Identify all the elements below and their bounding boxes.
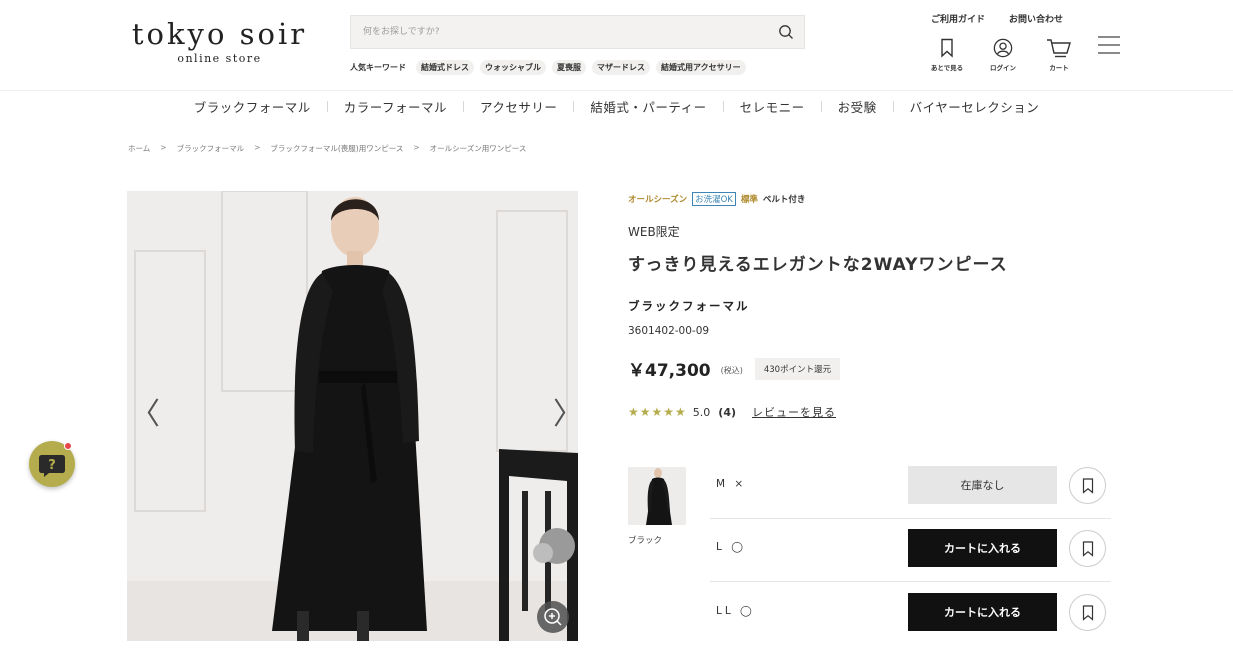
favorite-button[interactable] — [1069, 530, 1106, 567]
web-limited-label: WEB限定 — [628, 225, 680, 239]
search-input[interactable] — [351, 16, 751, 48]
contact-link[interactable]: お問い合わせ — [1009, 12, 1063, 25]
size-row-m: M × 在庫なし — [710, 456, 1111, 519]
watchlist-label: あとで見る — [930, 64, 964, 72]
nav-black-formal[interactable]: ブラックフォーマル — [178, 97, 327, 116]
product-image[interactable] — [127, 191, 578, 641]
breadcrumb-separator: > — [254, 143, 261, 152]
keywords-label: 人気キーワード — [350, 63, 406, 72]
breadcrumb-item[interactable]: ホーム — [128, 143, 150, 154]
product-tags: オールシーズン お洗濯OK 標準 ベルト付き — [628, 192, 805, 206]
nav-color-formal[interactable]: カラーフォーマル — [328, 97, 463, 116]
color-label: ブラック — [628, 536, 663, 546]
add-to-cart-button[interactable]: カートに入れる — [908, 529, 1057, 567]
breadcrumb-item[interactable]: ブラックフォーマル(喪服)用ワンピース — [270, 143, 403, 154]
keyword-chip[interactable]: 結婚式用アクセサリー — [656, 60, 746, 75]
header-icons: あとで見る ログイン カート — [926, 38, 1080, 72]
notification-dot — [64, 442, 72, 450]
keyword-chip[interactable]: ウォッシャブル — [480, 60, 546, 75]
gallery-next-arrow-icon[interactable]: 〉 — [553, 400, 583, 430]
star-rating-icon: ★★★★★ — [628, 405, 687, 419]
user-icon — [993, 38, 1013, 58]
product-title: すっきり見えるエレガントな2WAYワンピース — [628, 255, 1008, 275]
zoom-in-icon — [544, 608, 562, 626]
nav-exam[interactable]: お受験 — [822, 97, 893, 116]
cart-label: カート — [1049, 64, 1069, 72]
sold-out-button[interactable]: 在庫なし — [908, 466, 1057, 504]
tag-washable: お洗濯OK — [692, 192, 736, 206]
keyword-chip[interactable]: 結婚式ドレス — [416, 60, 474, 75]
size-label: L ◯ — [716, 541, 746, 553]
rating-row: ★★★★★ 5.0 (4) レビューを見る — [628, 404, 836, 420]
swatch-thumbnail — [628, 467, 686, 525]
login-label: ログイン — [990, 64, 1016, 72]
watchlist-button[interactable]: あとで見る — [926, 38, 968, 72]
size-row-l: L ◯ カートに入れる — [710, 519, 1111, 582]
review-link[interactable]: レビューを見る — [752, 404, 836, 420]
tag-belt: ベルト付き — [762, 195, 806, 205]
price-row: ￥47,300 (税込) 430ポイント還元 — [628, 356, 841, 381]
keyword-chip[interactable]: マザードレス — [592, 60, 650, 75]
product-category: ブラックフォーマル — [628, 299, 750, 313]
tax-note: (税込) — [720, 366, 743, 375]
product-price: ￥47,300 — [628, 361, 711, 381]
points-badge: 430ポイント還元 — [754, 357, 841, 380]
cart-icon — [1047, 39, 1071, 58]
bookmark-icon — [1082, 605, 1094, 621]
nav-accessories[interactable]: アクセサリー — [464, 97, 573, 116]
breadcrumb-item[interactable]: オールシーズン用ワンピース — [430, 143, 527, 154]
gallery-prev-arrow-icon[interactable]: 〈 — [130, 400, 160, 430]
search-icon[interactable] — [778, 24, 794, 40]
product-photo — [127, 191, 578, 641]
review-count: (4) — [718, 405, 737, 419]
main-nav: ブラックフォーマル カラーフォーマル アクセサリー 結婚式・パーティー セレモニ… — [0, 97, 1233, 116]
header-divider — [0, 90, 1233, 91]
breadcrumb-separator: > — [160, 143, 167, 152]
nav-ceremony[interactable]: セレモニー — [724, 97, 821, 116]
hamburger-menu-icon[interactable] — [1098, 35, 1120, 55]
bookmark-icon — [1082, 478, 1094, 494]
svg-text:?: ? — [48, 458, 56, 473]
top-links: ご利用ガイド お問い合わせ — [931, 12, 1063, 25]
favorite-button[interactable] — [1069, 594, 1106, 631]
breadcrumb-separator: > — [413, 143, 420, 152]
login-button[interactable]: ログイン — [982, 38, 1024, 72]
breadcrumb-item[interactable]: ブラックフォーマル — [177, 143, 245, 154]
size-label: M × — [716, 478, 747, 490]
nav-wedding-party[interactable]: 結婚式・パーティー — [574, 97, 722, 116]
cart-button[interactable]: カート — [1038, 38, 1080, 72]
favorite-button[interactable] — [1069, 467, 1106, 504]
guide-link[interactable]: ご利用ガイド — [931, 12, 985, 25]
add-to-cart-button[interactable]: カートに入れる — [908, 593, 1057, 631]
logo-text: tokyo soir — [131, 17, 308, 51]
keyword-chip[interactable]: 夏喪服 — [552, 60, 586, 75]
breadcrumb: ホーム > ブラックフォーマル > ブラックフォーマル(喪服)用ワンピース > … — [128, 143, 526, 154]
bookmark-icon — [1082, 541, 1094, 557]
color-swatch[interactable] — [628, 467, 686, 525]
size-row-ll: LL ◯ カートに入れる — [710, 583, 1111, 646]
product-sku: 3601402-00-09 — [628, 325, 710, 337]
nav-buyer-selection[interactable]: バイヤーセレクション — [894, 97, 1056, 116]
tag-season: オールシーズン — [628, 195, 688, 205]
popular-keywords: 人気キーワード 結婚式ドレス ウォッシャブル 夏喪服 マザードレス 結婚式用アク… — [350, 60, 746, 75]
logo-subtext: online store — [177, 52, 262, 65]
bookmark-icon — [941, 38, 953, 58]
rating-score: 5.0 — [692, 405, 711, 419]
size-label: LL ◯ — [716, 605, 755, 617]
site-logo[interactable]: tokyo soir online store — [127, 18, 312, 65]
zoom-button[interactable] — [537, 601, 569, 633]
tag-standard: 標準 — [740, 195, 758, 205]
search-bar — [350, 15, 805, 49]
